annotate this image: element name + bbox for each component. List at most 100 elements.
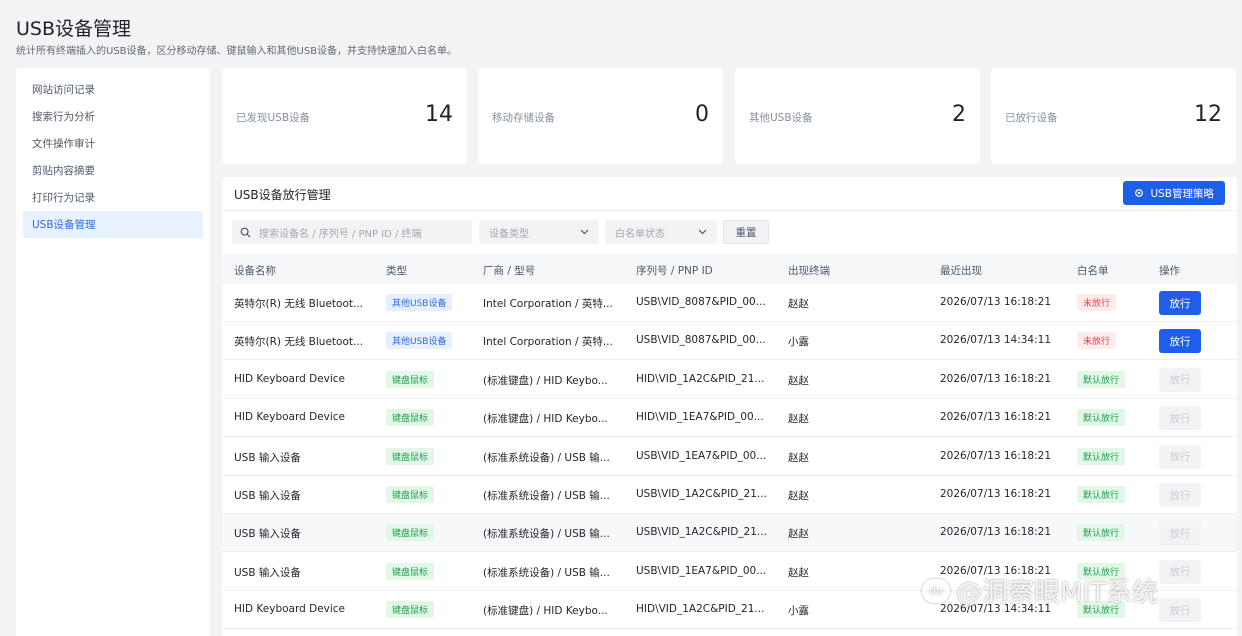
device-name: USB 输入设备	[234, 528, 301, 541]
search-input[interactable]: 搜索设备名 / 序列号 / PNP ID / 终端	[232, 220, 472, 244]
pnp-id: USB\VID_8087&PID_00...	[636, 296, 766, 308]
column-header-vendor: 厂商 / 型号	[483, 265, 536, 277]
vendor-model: (标准系统设备) / USB 输...	[483, 451, 610, 464]
terminal: 赵赵	[788, 490, 809, 502]
device-type-placeholder: 设备类型	[489, 228, 529, 240]
device-name: USB 输入设备	[234, 490, 301, 502]
terminal: 赵赵	[788, 298, 809, 310]
allow-button[interactable]: 放行	[1159, 367, 1201, 392]
device-name: 英特尔(R) 无线 Bluetoot...	[234, 298, 363, 310]
vendor-model: (标准系统设备) / USB 输...	[483, 528, 610, 541]
stat-value: 14	[425, 102, 453, 127]
usb-allow-panel: USB设备放行管理 USB管理策略 搜索设备名 / 序列号 / PNP ID /…	[222, 177, 1237, 636]
sidebar-item-search-analysis[interactable]: 搜索行为分析	[23, 103, 203, 130]
stat-label: 已发现USB设备	[236, 112, 311, 124]
table-row[interactable]: HID Keyboard Device 键盘鼠标 (标准键盘) / HID Keyb…	[222, 399, 1237, 438]
terminal: 赵赵	[788, 566, 809, 579]
vendor-model: (标准键盘) / HID Keybo...	[483, 605, 608, 618]
reset-button[interactable]: 重置	[723, 220, 769, 244]
vendor-model: (标准键盘) / HID Keybo...	[483, 374, 608, 387]
device-name: USB 输入设备	[234, 566, 301, 579]
table-row[interactable]: 英特尔(R) 无线 Bluetoot... 其他USB设备 Intel Corpor…	[222, 322, 1237, 361]
table-row[interactable]: HID Keyboard Device 键盘鼠标 (标准键盘) / HID Keyb…	[222, 361, 1237, 399]
stat-label: 其他USB设备	[749, 112, 813, 124]
allow-button[interactable]: 放行	[1159, 598, 1201, 623]
table-row[interactable]: USB 输入设备 键盘鼠标 (标准系统设备) / USB 输... USB\VID_1…	[222, 438, 1237, 476]
stat-card-allowed: 已放行设备 12	[991, 68, 1236, 164]
usb-policy-button[interactable]: USB管理策略	[1123, 181, 1225, 205]
sidebar-item-file-audit[interactable]: 文件操作审计	[23, 130, 203, 157]
sidebar-item-clipboard-summary[interactable]: 剪贴内容摘要	[23, 157, 203, 184]
device-type-select[interactable]: 设备类型	[479, 220, 599, 244]
pnp-id: USB\VID_1EA7&PID_00...	[636, 564, 767, 577]
allow-button[interactable]: 放行	[1159, 291, 1201, 315]
pnp-id: USB\VID_8087&PID_00...	[636, 334, 766, 347]
device-type-tag: 键盘鼠标	[386, 370, 435, 388]
page-subtitle: 统计所有终端插入的USB设备，区分移动存储、键鼠输入和其他USB设备，并支持快速…	[16, 46, 458, 57]
watermark-text: @洞察眼MIT系统	[956, 578, 1158, 608]
stat-label: 已放行设备	[1005, 112, 1058, 124]
last-seen: 2026/07/13 16:18:21	[940, 296, 1052, 308]
stat-value: 2	[952, 102, 966, 127]
device-type-tag: 键盘鼠标	[386, 486, 435, 503]
column-header-name: 设备名称	[234, 265, 276, 277]
pnp-id: USB\VID_1EA7&PID_00...	[636, 449, 767, 462]
chevron-down-icon	[698, 229, 707, 235]
vendor-model: (标准键盘) / HID Keybo...	[483, 413, 608, 426]
last-seen: 2026/07/13 16:18:21	[940, 449, 1052, 462]
terminal: 赵赵	[788, 374, 809, 387]
sidebar-item-website-visits[interactable]: 网站访问记录	[23, 76, 203, 103]
column-header-last-seen: 最近出现	[940, 265, 982, 277]
panel-title: USB设备放行管理	[234, 188, 331, 202]
allow-button[interactable]: 放行	[1159, 559, 1201, 584]
usb-policy-label: USB管理策略	[1150, 187, 1214, 200]
vendor-model: (标准系统设备) / USB 输...	[483, 566, 610, 579]
last-seen: 2026/07/13 16:18:21	[940, 411, 1052, 424]
stat-label: 移动存储设备	[492, 112, 555, 124]
allow-button[interactable]: 放行	[1159, 521, 1201, 546]
sidebar-item-usb-management[interactable]: USB设备管理	[23, 211, 203, 238]
table-row[interactable]: 英特尔(R) 无线 Bluetoot... 其他USB设备 Intel Corpor…	[222, 284, 1237, 322]
stat-card-storage: 移动存储设备 0	[478, 68, 723, 164]
terminal: 小露	[788, 605, 809, 618]
allow-button[interactable]: 放行	[1159, 406, 1201, 431]
pnp-id: HID\VID_1A2C&PID_21...	[636, 603, 765, 616]
whitelist-status-badge: 未放行	[1077, 294, 1117, 311]
stat-value: 12	[1194, 102, 1222, 127]
sidebar-item-print-records[interactable]: 打印行为记录	[23, 184, 203, 211]
watermark-logo: du	[922, 578, 950, 603]
watermark: du @洞察眼MIT系统	[922, 572, 1158, 609]
allow-button[interactable]: 放行	[1159, 329, 1201, 354]
allow-button[interactable]: 放行	[1159, 444, 1201, 469]
device-type-tag: 键盘鼠标	[386, 601, 435, 619]
search-placeholder: 搜索设备名 / 序列号 / PNP ID / 终端	[259, 228, 422, 240]
device-type-tag: 键盘鼠标	[386, 562, 435, 580]
column-header-action: 操作	[1159, 265, 1180, 277]
whitelist-status-select[interactable]: 白名单状态	[605, 220, 717, 244]
last-seen: 2026/07/13 14:34:11	[940, 334, 1052, 347]
device-name: HID Keyboard Device	[234, 411, 346, 424]
device-type-tag: 其他USB设备	[386, 294, 453, 311]
last-seen: 2026/07/13 16:18:21	[940, 372, 1052, 385]
stat-card-discovered: 已发现USB设备 14	[222, 68, 467, 164]
chevron-down-icon	[580, 229, 589, 235]
table-row[interactable]: USB 输入设备 键盘鼠标 (标准系统设备) / USB 输... USB\VID_1…	[222, 476, 1237, 514]
allow-button[interactable]: 放行	[1159, 483, 1201, 507]
vendor-model: (标准系统设备) / USB 输...	[483, 490, 610, 502]
device-name: 英特尔(R) 无线 Bluetoot...	[234, 336, 363, 349]
device-type-tag: 键盘鼠标	[386, 409, 435, 427]
device-type-tag: 键盘鼠标	[386, 447, 435, 465]
column-header-terminal: 出现终端	[788, 265, 830, 277]
whitelist-status-badge: 默认放行	[1077, 370, 1126, 388]
whitelist-status-badge: 默认放行	[1077, 486, 1126, 503]
vendor-model: Intel Corporation / 英特...	[483, 336, 613, 349]
pnp-id: USB\VID_1A2C&PID_21...	[636, 526, 767, 539]
stat-value: 0	[695, 102, 709, 127]
sidebar: 网站访问记录 搜索行为分析 文件操作审计 剪贴内容摘要 打印行为记录 USB设备…	[16, 68, 210, 636]
terminal: 赵赵	[788, 528, 809, 541]
stat-card-other: 其他USB设备 2	[735, 68, 980, 164]
table-row[interactable]: USB 输入设备 键盘鼠标 (标准系统设备) / USB 输... USB\VID_1…	[222, 514, 1237, 553]
pnp-id: HID\VID_1EA7&PID_00...	[636, 411, 764, 424]
table-header: 设备名称 类型 厂商 / 型号 序列号 / PNP ID 出现终端 最近出现 白…	[222, 254, 1237, 284]
column-header-pnp: 序列号 / PNP ID	[636, 265, 713, 277]
